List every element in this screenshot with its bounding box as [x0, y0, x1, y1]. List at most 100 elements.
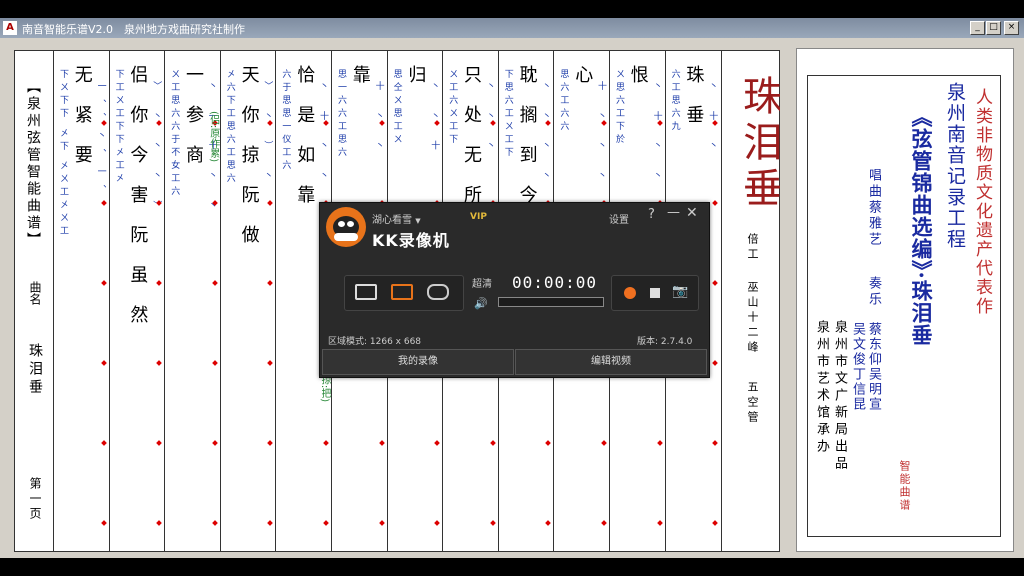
lyric-text: 心 [572, 65, 594, 105]
brand-name: KK录像机 [372, 231, 450, 250]
pipa-notation: 下ㄨ下下 㐅下 㐅ㄨ工㐅ㄨ工 [58, 69, 68, 239]
beat-dot [100, 280, 107, 286]
heritage-line: 人类非物质文化遗产代表作 [972, 88, 992, 316]
record-controls: 📷 [611, 275, 699, 311]
players-label: 奏乐 [866, 276, 881, 308]
beat-marks: 丶 丶 丶 [484, 81, 495, 159]
qu-ming-label: 曲名 [28, 281, 42, 305]
beat-dot [656, 440, 663, 446]
area-mode-icon[interactable] [391, 284, 413, 300]
beat-marks: 丶 十 丶 [707, 81, 718, 159]
beat-dot [267, 360, 274, 366]
pipa-notation: ㄨ工思六六于不女工六 [169, 69, 180, 199]
my-recordings-button[interactable]: 我的录像 [322, 349, 514, 375]
pipa-notation: 㐅六下工思六工思六 [224, 69, 235, 186]
beat-dot [378, 440, 385, 446]
close-button[interactable]: × [1004, 21, 1019, 35]
record-mode-group [344, 275, 464, 311]
album-info-frame: 人类非物质文化遗产代表作 泉州南音记录工程 《弦管锦曲选编》·珠泪垂 唱曲蔡雅艺… [807, 75, 1001, 537]
song-title: 珠泪垂 [736, 75, 780, 213]
window-title: 南音智能乐谱V2.0 [22, 23, 114, 36]
beat-marks: 〉 丶 ） 丶 [262, 81, 273, 189]
record-button[interactable] [624, 287, 636, 299]
beat-dot [489, 440, 496, 446]
volume-icon[interactable]: 🔊 [474, 297, 488, 310]
beat-dot [156, 440, 163, 446]
quality-selector[interactable]: 超清 [472, 275, 492, 290]
beat-marks: 丶 丶 十 [429, 81, 440, 159]
beat-marks: 十 丶 丶 丶 [595, 81, 606, 189]
pipa-notation: 思六工六六 [558, 69, 569, 134]
qu-ming-value: 珠泪垂 [27, 343, 43, 397]
beat-dot [100, 520, 107, 526]
beat-dot [100, 360, 107, 366]
settings-button[interactable]: 设置 [609, 211, 629, 226]
lyric-text: 天你掠阮做 [238, 65, 260, 265]
minimize-icon[interactable]: — [667, 205, 680, 220]
beat-dot [712, 520, 719, 526]
app-window: A 南音智能乐谱V2.0 泉州地方戏曲研究社制作 _ □ × 【泉州弦管智能曲谱… [0, 18, 1024, 558]
volume-bar[interactable] [498, 297, 604, 307]
annotation-note: (侣:原作累) [207, 111, 219, 163]
beat-dot [211, 360, 218, 366]
lyric-text: 靠 [349, 65, 371, 105]
version-info: 版本: 2.7.4.0 [637, 337, 693, 347]
stop-button[interactable] [650, 288, 660, 298]
beat-dot [267, 520, 274, 526]
publisher: 泉州市文广新局出品 [832, 320, 847, 473]
lyric-text: 归 [405, 65, 427, 105]
camera-icon[interactable]: 📷 [672, 284, 688, 299]
window-producer: 泉州地方戏曲研究社制作 [124, 23, 245, 36]
beat-dot [156, 360, 163, 366]
minimize-button[interactable]: _ [970, 21, 985, 35]
beat-dot [378, 520, 385, 526]
score-info-column: 【泉州弦管智能曲谱】 曲名 珠泪垂 第一页 [15, 51, 53, 551]
pipa-notation: 六于思思一仪工六 [280, 69, 291, 173]
beat-dot [211, 280, 218, 286]
beat-dot [656, 520, 663, 526]
edit-video-button[interactable]: 编辑视频 [515, 349, 707, 375]
beat-dot [267, 200, 274, 206]
vip-badge[interactable]: VIP [470, 212, 487, 222]
beat-dot [712, 200, 719, 206]
beat-dot [434, 520, 441, 526]
beat-dot [545, 520, 552, 526]
user-dropdown-icon[interactable]: ▼ [415, 217, 420, 225]
close-icon[interactable]: ✕ [686, 205, 698, 221]
beat-dot [267, 280, 274, 286]
beat-dot [211, 520, 218, 526]
project-line: 泉州南音记录工程 [944, 82, 966, 250]
pipa-notation: 思仝ㄨ思工ㄨ [391, 69, 402, 147]
beat-dot [100, 200, 107, 206]
beat-dot [323, 520, 329, 526]
beat-dot [211, 440, 218, 446]
record-timer: 00:00:00 [512, 273, 598, 292]
beat-dot [267, 440, 274, 446]
pipa-notation: 下思六工ㄨ工下 [502, 69, 513, 160]
screen-mode-icon[interactable] [355, 284, 377, 300]
notation-column: 下ㄨ下下 㐅下 㐅ㄨ工㐅ㄨ工 无紧要 一、、丶、一、 [53, 51, 110, 551]
notation-column: 㐅六下工思六工思六 天你掠阮做〉 丶 ） 丶 [219, 51, 277, 551]
kk-recorder-window[interactable]: 湖心看雪 ▼ VIP KK录像机 设置 ? — ✕ 超清 🔊 00:00:00 … [319, 202, 710, 378]
pipa-notation: ㄨ工六ㄨ工下 [447, 69, 458, 147]
user-name[interactable]: 湖心看雪 ▼ [372, 211, 421, 226]
pipa-notation: 下工ㄨ工下下㐅工㐅 [113, 69, 124, 186]
singer: 唱曲蔡雅艺 [866, 168, 881, 248]
app-icon: A [3, 21, 17, 35]
help-icon[interactable]: ? [648, 207, 655, 222]
beat-dot [601, 440, 607, 446]
beat-dot [323, 440, 329, 446]
game-mode-icon[interactable] [427, 284, 449, 300]
beat-dot [712, 440, 719, 446]
area-mode-info: 区域模式: 1266 x 668 [328, 337, 422, 347]
beat-marks: 一、、丶、一、 [95, 81, 106, 203]
score-side-title: 【泉州弦管智能曲谱】 [25, 79, 41, 249]
pipa-notation: 思一六六工思六 [336, 69, 346, 160]
title-bar: A 南音智能乐谱V2.0 泉州地方戏曲研究社制作 _ □ × [0, 18, 1024, 38]
beat-marks: 丶 十 丶 丶 [651, 81, 662, 189]
meta-pipe: 五空管 [746, 381, 759, 426]
maximize-button[interactable]: □ [986, 21, 1001, 35]
beat-dot [545, 440, 552, 446]
lyric-text: 侣你今害阮虽然 [127, 65, 149, 345]
beat-dot [156, 280, 163, 286]
